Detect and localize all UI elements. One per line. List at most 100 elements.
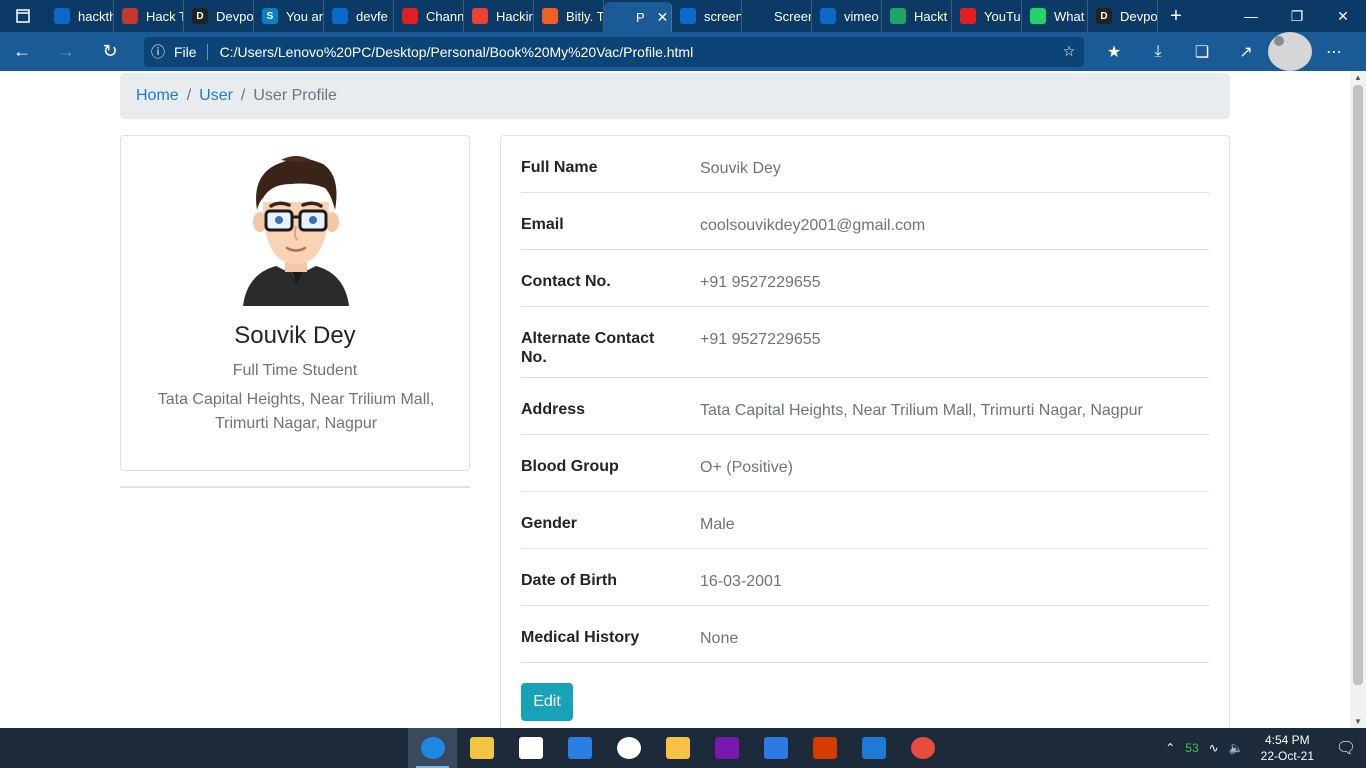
browser-tab[interactable]: Bitly. T <box>534 0 604 32</box>
notification-icon[interactable]: 🗨 <box>1326 738 1366 758</box>
favorites-icon[interactable]: ★ <box>1092 32 1136 71</box>
scroll-down-icon[interactable]: ▼ <box>1350 717 1366 726</box>
bing-icon <box>680 8 696 24</box>
detail-row: Address Tata Capital Heights, Near Triliu… <box>521 378 1209 435</box>
breadcrumb-current: User Profile <box>253 87 337 104</box>
browser-tab[interactable]: Screer <box>742 0 812 32</box>
volume-icon[interactable]: 🔈 <box>1224 741 1249 755</box>
browser-tab[interactable]: D Devpo <box>1088 0 1158 32</box>
wifi-icon[interactable]: ∿ <box>1204 741 1224 755</box>
temperature-indicator[interactable]: 53 <box>1180 741 1203 755</box>
browser-tab[interactable]: Hack T <box>114 0 184 32</box>
file-explorer-icon <box>469 737 494 759</box>
tab-title: What <box>1054 8 1085 24</box>
browser-tab[interactable]: vimeo <box>812 0 882 32</box>
detail-value: Souvik Dey <box>700 160 781 177</box>
tab-actions-icon <box>16 9 30 23</box>
browser-tab[interactable]: YouTu <box>952 0 1022 32</box>
photos-taskbar-button[interactable] <box>849 728 898 768</box>
browser-toolbar: ← → ↻ ⓘ File C:/Users/Lenovo%20PC/Deskto… <box>0 32 1366 71</box>
tab-title: Hack T <box>146 8 184 24</box>
add-favorite-icon[interactable]: ☆ <box>1054 43 1084 60</box>
downloads-icon[interactable]: ⤓ <box>1136 32 1180 71</box>
settings-icon <box>616 737 641 759</box>
breadcrumb-home-link[interactable]: Home <box>136 87 179 105</box>
back-button[interactable]: ← <box>0 32 44 71</box>
youtube-icon <box>402 8 418 24</box>
detail-value: +91 9527229655 <box>700 331 821 348</box>
detail-label: Blood Group <box>521 458 619 475</box>
tab-title: P <box>636 9 645 25</box>
browser-tab-bar: hackth Hack T D Devpo S You ar devfe Chann Hacki… <box>0 0 1366 32</box>
edit-button[interactable]: Edit <box>521 683 573 721</box>
browser-tab[interactable]: D Devpo <box>184 0 254 32</box>
avatar-round-icon <box>122 8 138 24</box>
page-scrollbar[interactable]: ▲ ▼ <box>1350 71 1366 728</box>
profile-avatar[interactable] <box>1268 32 1312 71</box>
close-window-button[interactable]: ✕ <box>1320 0 1366 32</box>
tab-title: vimeo <box>844 8 879 24</box>
settings-taskbar-button[interactable] <box>604 728 653 768</box>
detail-label: Gender <box>521 515 578 532</box>
minimize-button[interactable]: — <box>1228 0 1274 32</box>
office-taskbar-button[interactable] <box>800 728 849 768</box>
browser-tab[interactable]: screen <box>672 0 742 32</box>
browser-tab[interactable]: S You ar <box>254 0 324 32</box>
sticky-notes-taskbar-button[interactable] <box>653 728 702 768</box>
mail-taskbar-button[interactable] <box>555 728 604 768</box>
scrollbar-thumb[interactable] <box>1353 85 1363 685</box>
detail-row: Blood Group O+ (Positive) <box>521 435 1209 492</box>
breadcrumb-user-link[interactable]: User <box>199 87 233 105</box>
address-bar[interactable]: ⓘ File C:/Users/Lenovo%20PC/Desktop/Pers… <box>144 36 1084 67</box>
share-icon[interactable]: ↗ <box>1224 32 1268 71</box>
onenote-taskbar-button[interactable] <box>702 728 751 768</box>
tab-title: Screer <box>774 8 812 24</box>
new-tab-button[interactable]: + <box>1158 0 1194 32</box>
browser-tab[interactable]: Hackir <box>464 0 534 32</box>
bing-icon <box>820 8 836 24</box>
detail-row: Date of Birth 16-03-2001 <box>521 549 1209 606</box>
browser-tab[interactable]: hackth <box>46 0 114 32</box>
whatsapp-icon <box>1030 8 1046 24</box>
page-icon <box>750 8 766 24</box>
photos-icon <box>861 737 886 759</box>
D-icon: D <box>192 8 208 24</box>
tab-strip: hackth Hack T D Devpo S You ar devfe Chann Hacki… <box>46 0 1158 32</box>
store-taskbar-button[interactable] <box>506 728 555 768</box>
profile-details-card: Full Name Souvik Dey Email coolsouvikdey200… <box>500 135 1230 728</box>
file-explorer-taskbar-button[interactable] <box>457 728 506 768</box>
show-hidden-icons-icon[interactable]: ⌃ <box>1160 741 1180 755</box>
tab-actions-button[interactable] <box>0 0 46 32</box>
url-text[interactable]: C:/Users/Lenovo%20PC/Desktop/Personal/Bo… <box>208 44 1054 60</box>
system-tray: ⌃ 53 ∿ 🔈 4:54 PM 22-Oct-21 🗨 <box>1160 728 1366 768</box>
breadcrumb: Home / User / User Profile <box>120 73 1230 119</box>
browser-tab[interactable]: Chann <box>394 0 464 32</box>
browser-tab[interactable]: Hackt <box>882 0 952 32</box>
screen-recorder-taskbar-button[interactable] <box>898 728 947 768</box>
arrow-left-icon: ← <box>13 41 31 61</box>
browser-tab[interactable]: devfe <box>324 0 394 32</box>
clock[interactable]: 4:54 PM 22-Oct-21 <box>1249 732 1326 764</box>
todo-taskbar-button[interactable] <box>751 728 800 768</box>
scroll-up-icon[interactable]: ▲ <box>1350 73 1366 82</box>
browser-tab[interactable]: P ✕ <box>604 2 672 32</box>
close-tab-icon[interactable]: ✕ <box>657 9 669 26</box>
edge-taskbar-button[interactable] <box>408 728 457 768</box>
profile-name: Souvik Dey <box>234 322 356 349</box>
detail-row: Email coolsouvikdey2001@gmail.com <box>521 193 1209 250</box>
detail-value: +91 9527229655 <box>700 274 821 291</box>
detail-label: Contact No. <box>521 273 611 290</box>
windows-taskbar: ⌃ 53 ∿ 🔈 4:54 PM 22-Oct-21 🗨 <box>0 728 1366 768</box>
bing-icon <box>54 8 70 24</box>
profile-summary-card: Souvik Dey Full Time Student Tata Capita… <box>120 135 470 471</box>
info-icon[interactable]: ⓘ <box>144 42 172 62</box>
forward-button[interactable]: → <box>44 32 88 71</box>
tab-title: Bitly. T <box>566 8 604 24</box>
restore-button[interactable]: ❐ <box>1274 0 1320 32</box>
refresh-button[interactable]: ↻ <box>88 32 132 71</box>
collections-icon[interactable]: ❏ <box>1180 32 1224 71</box>
browser-tab[interactable]: What <box>1022 0 1088 32</box>
detail-label: Date of Birth <box>521 572 617 589</box>
more-menu-icon[interactable]: ⋯ <box>1312 32 1356 71</box>
breadcrumb-separator: / <box>186 87 192 104</box>
